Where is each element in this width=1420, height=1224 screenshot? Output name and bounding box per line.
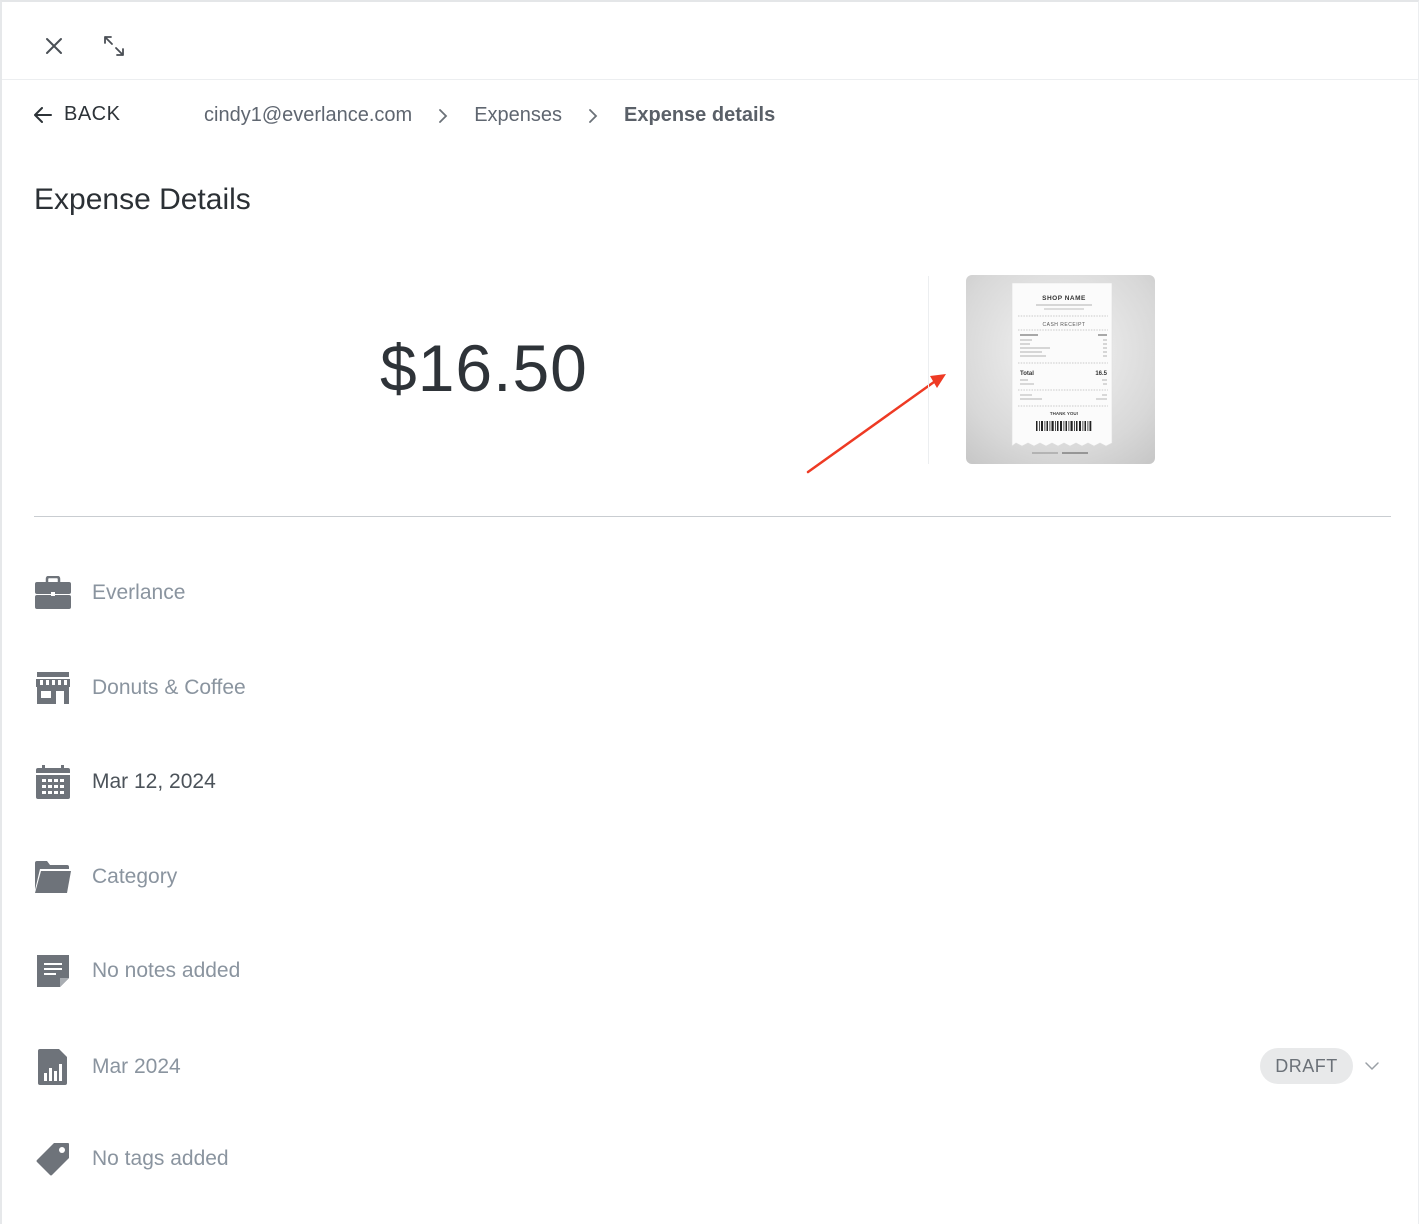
tag-icon — [34, 1140, 72, 1178]
report-icon — [34, 1048, 72, 1086]
back-label: BACK — [64, 103, 121, 125]
breadcrumb-expense-details: Expense details — [624, 104, 776, 126]
vertical-divider — [928, 276, 929, 464]
report-status-badge[interactable]: DRAFT — [1260, 1048, 1353, 1084]
date-label: Mar 12, 2024 — [92, 770, 216, 793]
back-button[interactable]: BACK — [34, 103, 120, 126]
receipt-thumbnail[interactable]: SHOP NAME CASH RECEIPT Total 16.5 THANK … — [966, 275, 1155, 464]
arrow-left-icon — [34, 106, 52, 123]
detail-row-date[interactable]: Mar 12, 2024 — [34, 762, 216, 802]
receipt-thanks: THANK YOU! — [1050, 411, 1079, 416]
detail-row-account[interactable]: Everlance — [34, 573, 185, 613]
notes-label: No notes added — [92, 959, 241, 982]
briefcase-icon — [34, 574, 72, 612]
receipt-total-label: Total — [1020, 371, 1034, 377]
page-title: Expense Details — [34, 183, 251, 216]
detail-row-notes[interactable]: No notes added — [34, 951, 240, 991]
receipt-total-value: 16.5 — [1095, 371, 1107, 377]
account-label: Everlance — [92, 581, 186, 604]
breadcrumb-account[interactable]: cindy1@everlance.com — [204, 104, 412, 127]
category-label: Category — [92, 865, 178, 888]
detail-row-report[interactable]: Mar 2024 — [34, 1047, 181, 1087]
expand-button[interactable] — [100, 32, 128, 60]
detail-row-category[interactable]: Category — [34, 857, 177, 897]
merchant-label: Donuts & Coffee — [92, 676, 246, 699]
expense-amount[interactable]: $16.50 — [380, 330, 588, 406]
receipt-shop-name: SHOP NAME — [1042, 295, 1086, 302]
top-bar — [2, 2, 1418, 80]
detail-row-merchant[interactable]: Donuts & Coffee — [34, 668, 246, 708]
calendar-icon — [34, 763, 72, 801]
breadcrumb: cindy1@everlance.com Expenses Expense de… — [204, 104, 775, 127]
note-icon — [34, 952, 72, 990]
chevron-right-icon — [438, 108, 448, 123]
chevron-down-icon[interactable] — [1364, 1058, 1380, 1074]
section-divider — [34, 516, 1391, 517]
detail-row-tags[interactable]: No tags added — [34, 1139, 229, 1179]
close-button[interactable] — [40, 32, 68, 60]
breadcrumb-expenses[interactable]: Expenses — [474, 104, 562, 127]
expand-icon — [104, 36, 124, 56]
folder-icon — [34, 858, 72, 896]
tags-label: No tags added — [92, 1147, 229, 1170]
chevron-right-icon — [588, 108, 598, 123]
close-icon — [46, 38, 62, 54]
store-icon — [34, 669, 72, 707]
receipt-heading: CASH RECEIPT — [1043, 322, 1086, 328]
report-label: Mar 2024 — [92, 1055, 181, 1078]
